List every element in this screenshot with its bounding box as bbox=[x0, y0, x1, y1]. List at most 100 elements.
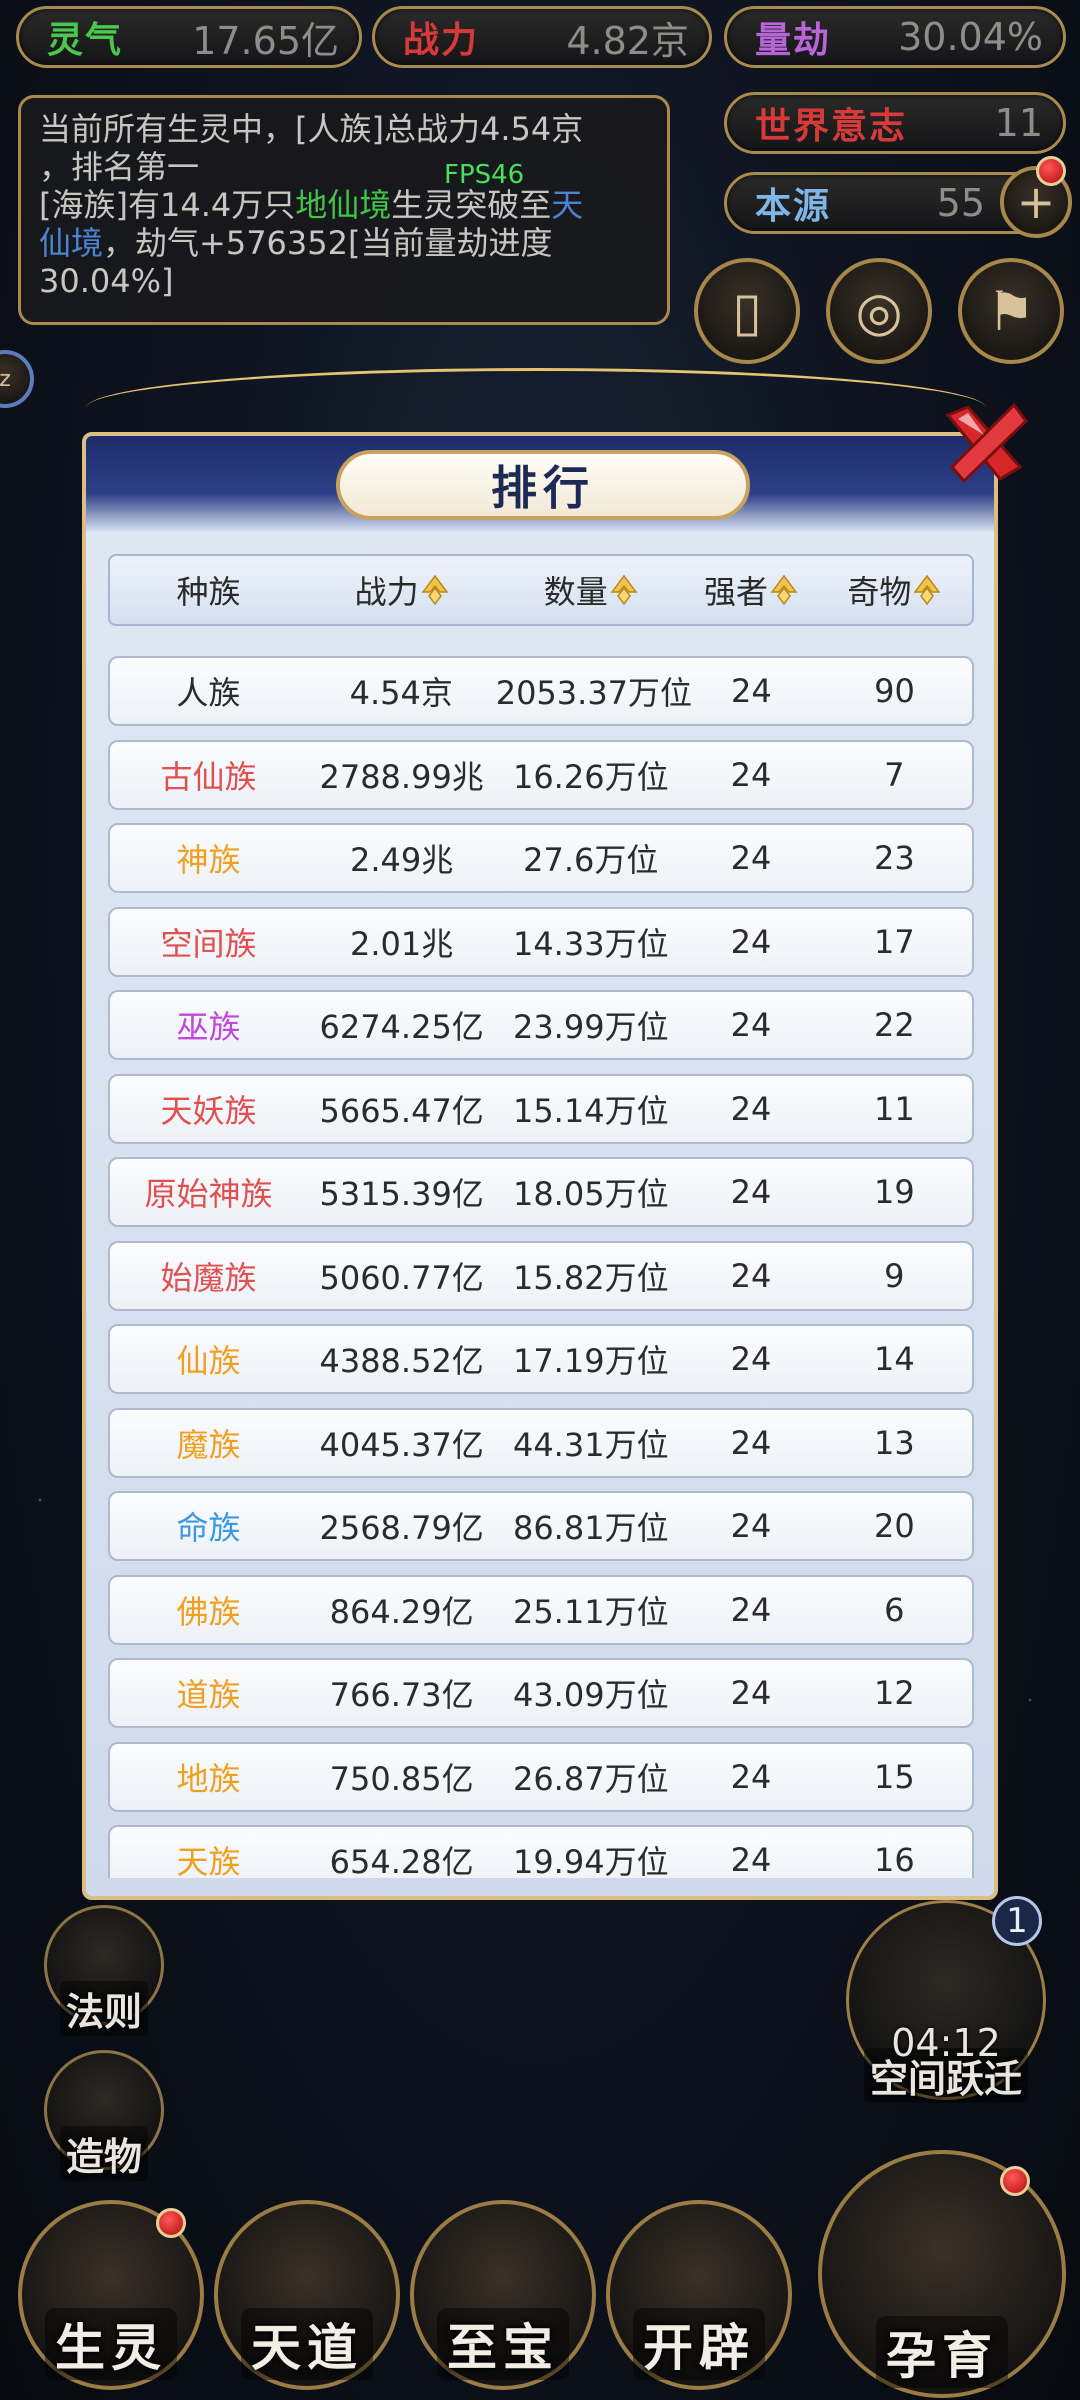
stat-value: 4.82京 bbox=[566, 18, 689, 63]
race-cell: 佛族 bbox=[176, 1592, 241, 1631]
table-row[interactable]: 巫族 6274.25亿 23.99万位 24 22 bbox=[108, 990, 974, 1060]
notification-dot bbox=[156, 2208, 186, 2238]
power-cell: 2788.99兆 bbox=[319, 757, 484, 796]
items-cell: 12 bbox=[874, 1674, 915, 1712]
race-cell: 仙族 bbox=[176, 1342, 241, 1380]
panel-title: 排行 bbox=[491, 461, 595, 515]
notification-dot bbox=[1036, 156, 1066, 186]
nav-label: 生灵 bbox=[45, 2308, 177, 2380]
table-row[interactable]: 古仙族 2788.99兆 16.26万位 24 7 bbox=[108, 739, 974, 810]
table-row[interactable]: 始魔族 5060.77亿 15.82万位 24 9 bbox=[108, 1240, 974, 1311]
sort-arrow-icon bbox=[913, 574, 941, 606]
table-row[interactable]: 神族 2.49兆 27.6万位 24 23 bbox=[108, 823, 974, 893]
count-cell: 27.6万位 bbox=[523, 841, 659, 879]
strong-cell: 24 bbox=[730, 1674, 772, 1712]
table-row[interactable]: 天妖族 5665.47亿 15.14万位 24 11 bbox=[108, 1073, 974, 1144]
event-line: ，排名第一 bbox=[39, 148, 200, 186]
law-button[interactable]: 法则 bbox=[44, 1905, 164, 2036]
law-label: 法则 bbox=[59, 1981, 148, 2036]
table-row[interactable]: 原始神族 5315.39亿 18.05万位 24 19 bbox=[108, 1157, 974, 1227]
table-row[interactable]: 命族 2568.79亿 86.81万位 24 20 bbox=[108, 1491, 974, 1561]
count-cell: 19.94万位 bbox=[512, 1843, 669, 1878]
table-row[interactable]: 道族 766.73亿 43.09万位 24 12 bbox=[108, 1658, 974, 1728]
race-cell: 原始神族 bbox=[144, 1175, 273, 1213]
nav-yunyu[interactable]: 孕育 bbox=[818, 2150, 1066, 2398]
items-cell: 16 bbox=[874, 1841, 915, 1878]
strong-cell: 24 bbox=[730, 1423, 772, 1462]
race-cell: 天族 bbox=[176, 1843, 241, 1878]
items-cell: 6 bbox=[884, 1590, 905, 1629]
strong-cell: 24 bbox=[730, 1089, 772, 1128]
stat-zhanli[interactable]: 战力 4.82京 bbox=[372, 6, 712, 68]
strong-cell: 24 bbox=[730, 1173, 772, 1211]
stat-label: 世界意志 bbox=[755, 106, 908, 147]
power-cell: 4.54京 bbox=[349, 674, 453, 712]
strong-cell: 24 bbox=[730, 1507, 772, 1545]
race-cell: 地族 bbox=[176, 1759, 241, 1798]
notification-dot bbox=[1000, 2166, 1030, 2196]
table-row[interactable]: 佛族 864.29亿 25.11万位 24 6 bbox=[108, 1574, 974, 1645]
power-cell: 766.73亿 bbox=[329, 1676, 474, 1714]
nav-zhibao[interactable]: 至宝 bbox=[410, 2200, 596, 2390]
power-cell: 5060.77亿 bbox=[319, 1258, 484, 1297]
ranking-list[interactable]: 人族 4.54京 2053.37万位 24 90 古仙族 2788.99兆 16.26万位 24… bbox=[108, 656, 974, 1878]
vortex-button[interactable]: ◎ bbox=[826, 258, 932, 364]
column-items-sort[interactable]: 奇物 bbox=[817, 567, 972, 613]
count-cell: 86.81万位 bbox=[512, 1509, 669, 1547]
close-button[interactable] bbox=[934, 395, 1034, 495]
stat-world-will[interactable]: 世界意志 11 bbox=[724, 92, 1066, 154]
count-cell: 16.26万位 bbox=[512, 757, 669, 796]
sort-arrow-icon bbox=[770, 574, 798, 606]
column-strong-sort[interactable]: 强者 bbox=[685, 567, 816, 613]
count-cell: 15.82万位 bbox=[512, 1258, 669, 1297]
power-cell: 2.49兆 bbox=[350, 841, 454, 879]
items-cell: 20 bbox=[874, 1507, 915, 1545]
event-line: 30.04%] bbox=[39, 262, 174, 300]
stat-value: 55 bbox=[936, 181, 985, 225]
column-race: 种族 bbox=[176, 573, 241, 611]
count-cell: 2053.37万位 bbox=[495, 674, 693, 712]
event-log: 当前所有生灵中，[人族]总战力4.54京 ，排名第一 [海族]有14.4万只地仙… bbox=[18, 95, 670, 325]
race-cell: 天妖族 bbox=[160, 1091, 257, 1130]
items-cell: 14 bbox=[874, 1340, 915, 1378]
event-line: [海族]有14.4万只地仙境生灵突破至天 bbox=[39, 186, 584, 224]
card-button[interactable]: ▯ bbox=[694, 258, 800, 364]
stat-label: 本源 bbox=[755, 186, 832, 227]
items-cell: 7 bbox=[884, 755, 905, 794]
stat-label: 战力 bbox=[403, 20, 480, 61]
panel-header: 排行 bbox=[86, 436, 994, 532]
column-power-sort[interactable]: 战力 bbox=[307, 567, 496, 613]
strong-cell: 24 bbox=[730, 922, 772, 961]
race-cell: 道族 bbox=[176, 1676, 241, 1714]
count-cell: 44.31万位 bbox=[512, 1425, 669, 1464]
scroll-button[interactable]: ⚑ bbox=[958, 258, 1064, 364]
table-row[interactable]: 空间族 2.01兆 14.33万位 24 17 bbox=[108, 906, 974, 977]
sort-arrow-icon bbox=[421, 574, 449, 606]
stat-label: 量劫 bbox=[755, 20, 832, 61]
table-row[interactable]: 人族 4.54京 2053.37万位 24 90 bbox=[108, 656, 974, 726]
items-cell: 15 bbox=[874, 1757, 915, 1796]
items-cell: 23 bbox=[874, 839, 915, 877]
items-cell: 17 bbox=[874, 922, 915, 961]
table-row[interactable]: 仙族 4388.52亿 17.19万位 24 14 bbox=[108, 1324, 974, 1394]
nav-label: 开辟 bbox=[633, 2308, 765, 2380]
sleep-icon-button[interactable]: z bbox=[0, 350, 34, 408]
sort-arrow-icon bbox=[610, 574, 638, 606]
power-cell: 5665.47亿 bbox=[319, 1091, 484, 1130]
stat-value: 30.04% bbox=[898, 15, 1043, 59]
column-header: 种族 战力 数量 强者 奇物 bbox=[108, 554, 974, 626]
table-row[interactable]: 魔族 4045.37亿 44.31万位 24 13 bbox=[108, 1407, 974, 1478]
nav-label: 天道 bbox=[241, 2308, 373, 2380]
stat-lingqi[interactable]: 灵气 17.65亿 bbox=[16, 6, 362, 68]
table-row[interactable]: 天族 654.28亿 19.94万位 24 16 bbox=[108, 1825, 974, 1878]
column-count-sort[interactable]: 数量 bbox=[496, 567, 685, 613]
count-cell: 18.05万位 bbox=[512, 1175, 669, 1213]
nav-tiandao[interactable]: 天道 bbox=[214, 2200, 400, 2390]
strong-cell: 24 bbox=[730, 1340, 772, 1378]
race-cell: 巫族 bbox=[176, 1008, 241, 1046]
create-button[interactable]: 造物 bbox=[44, 2050, 164, 2181]
table-row[interactable]: 地族 750.85亿 26.87万位 24 15 bbox=[108, 1741, 974, 1812]
sleep-icon: z bbox=[0, 366, 11, 392]
stat-liangjie[interactable]: 量劫 30.04% bbox=[724, 6, 1066, 68]
nav-kaipi[interactable]: 开辟 bbox=[606, 2200, 792, 2390]
